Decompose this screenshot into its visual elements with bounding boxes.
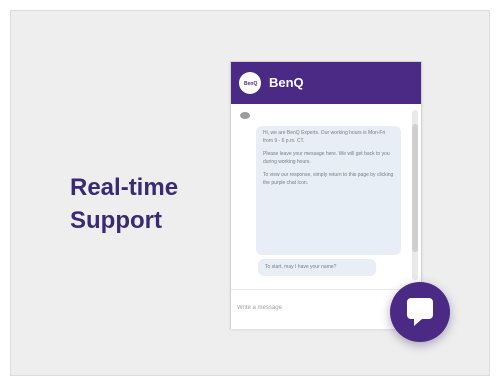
chat-scrollbar[interactable] <box>412 110 418 280</box>
headline-line-1: Real-time <box>70 174 179 201</box>
welcome-message-2: Please leave your message here. We will … <box>263 151 390 165</box>
headline-line-2: Support <box>70 207 162 234</box>
chat-bubble-icon <box>407 298 433 326</box>
name-prompt-text: To start, may I have your name? <box>265 264 337 270</box>
scrollbar-thumb[interactable] <box>412 124 418 252</box>
chat-widget: BenQ BenQ Hi, we are BenQ Experts. Our w… <box>230 61 422 329</box>
chat-header: BenQ BenQ <box>231 62 421 104</box>
headline: Real-time Support <box>70 171 178 237</box>
brand-name: BenQ <box>269 75 304 90</box>
welcome-message-3: To view our response, simply return to t… <box>263 172 394 186</box>
chat-launcher-button[interactable] <box>390 282 450 342</box>
chat-messages[interactable]: Hi, we are BenQ Experts. Our working hou… <box>231 104 421 287</box>
name-prompt-bubble: To start, may I have your name? <box>258 259 376 276</box>
agent-avatar-icon <box>240 112 250 119</box>
brand-logo-icon: BenQ <box>239 72 261 94</box>
brand-logo-text: BenQ <box>244 81 258 87</box>
welcome-message-1: Hi, we are BenQ Experts. Our working hou… <box>263 130 386 144</box>
message-input[interactable] <box>237 301 377 315</box>
welcome-message-bubble: Hi, we are BenQ Experts. Our working hou… <box>256 126 401 255</box>
